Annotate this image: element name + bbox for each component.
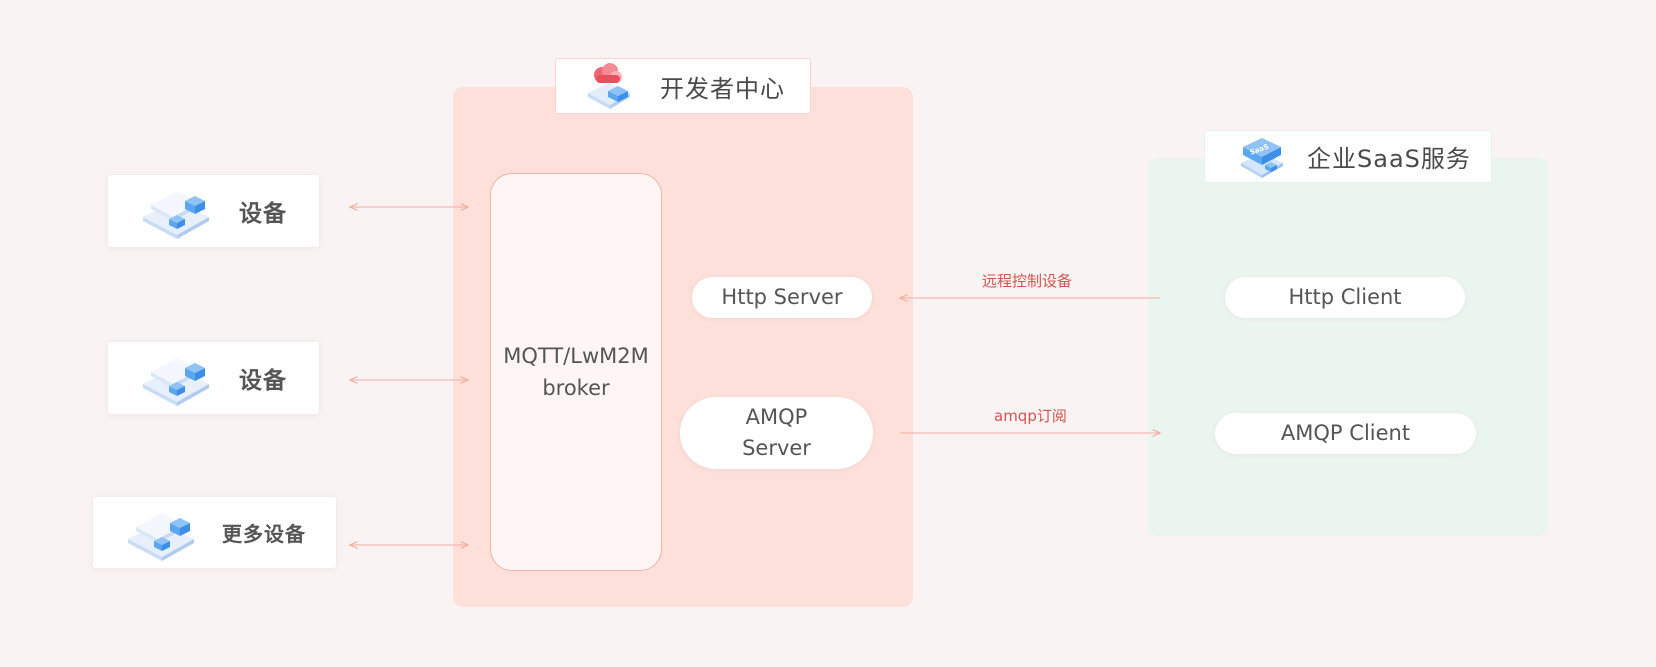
connectors (0, 0, 1656, 667)
remote-control-label: 远程控制设备 (982, 272, 1073, 290)
amqp-subscribe-label: amqp订阅 (994, 407, 1067, 425)
